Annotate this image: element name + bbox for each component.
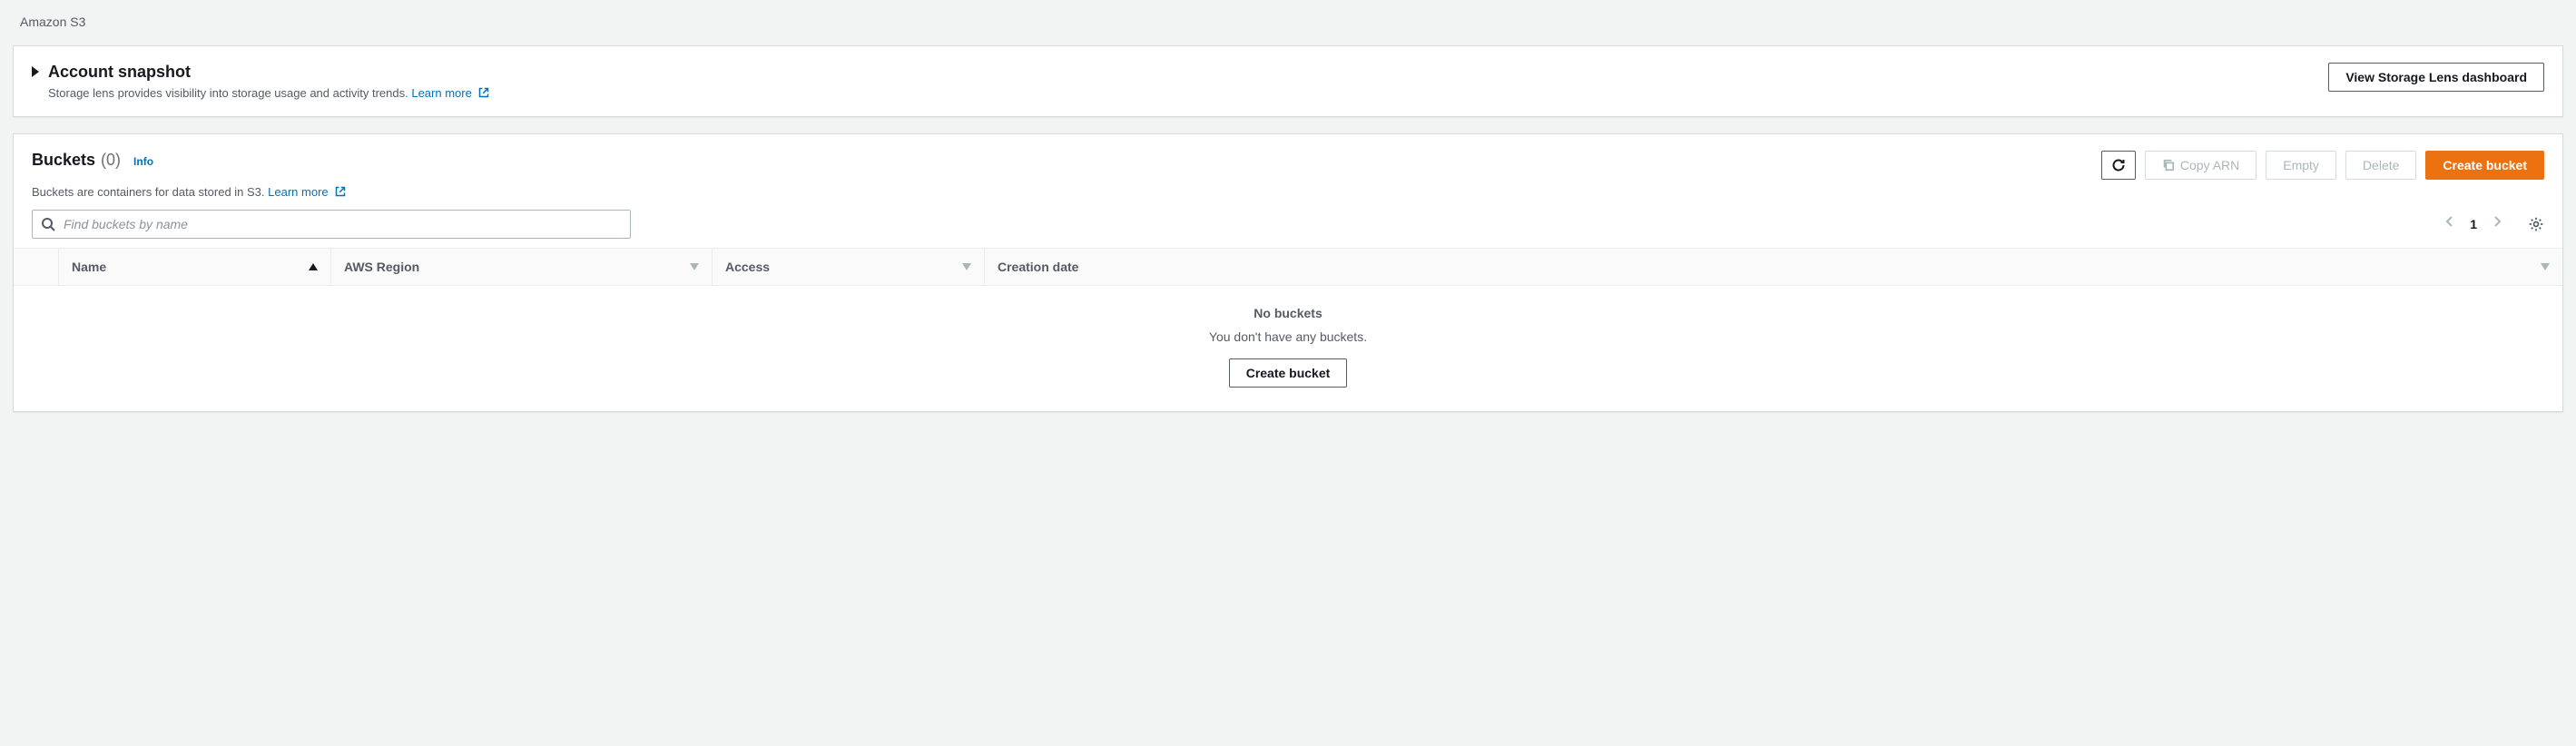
sort-icon — [2541, 263, 2550, 270]
page-prev-button[interactable] — [2441, 211, 2457, 236]
copy-arn-button[interactable]: Copy ARN — [2145, 151, 2256, 180]
search-input[interactable] — [32, 210, 631, 239]
column-access-label: Access — [725, 260, 770, 274]
buckets-learn-more-link[interactable]: Learn more — [268, 185, 346, 199]
breadcrumb: Amazon S3 — [20, 15, 2563, 29]
pagination: 1 — [2441, 211, 2544, 236]
snapshot-title: Account snapshot — [48, 63, 489, 83]
refresh-button[interactable] — [2101, 151, 2136, 180]
column-region[interactable]: AWS Region — [331, 249, 713, 285]
empty-create-bucket-button[interactable]: Create bucket — [1229, 358, 1348, 388]
empty-state: No buckets You don't have any buckets. C… — [14, 286, 2562, 393]
buckets-learn-more-text: Learn more — [268, 185, 328, 199]
settings-button[interactable] — [2528, 216, 2544, 232]
buckets-info-link[interactable]: Info — [133, 155, 153, 168]
snapshot-learn-more-text: Learn more — [411, 86, 471, 100]
gear-icon — [2528, 216, 2544, 232]
sort-asc-icon — [309, 263, 318, 270]
search-wrapper — [32, 210, 631, 239]
column-date-label: Creation date — [998, 260, 1078, 274]
snapshot-desc-text: Storage lens provides visibility into st… — [48, 86, 408, 100]
copy-arn-label: Copy ARN — [2180, 158, 2239, 172]
view-storage-lens-button[interactable]: View Storage Lens dashboard — [2328, 63, 2544, 92]
expand-caret-icon[interactable] — [32, 66, 39, 77]
column-name-label: Name — [72, 260, 106, 274]
delete-button[interactable]: Delete — [2345, 151, 2416, 180]
external-link-icon — [335, 186, 346, 197]
buckets-action-bar: Copy ARN Empty Delete Create bucket — [2101, 151, 2544, 180]
copy-icon — [2162, 159, 2175, 172]
chevron-right-icon — [2493, 215, 2502, 228]
external-link-icon — [478, 87, 489, 98]
empty-button[interactable]: Empty — [2266, 151, 2336, 180]
snapshot-learn-more-link[interactable]: Learn more — [411, 86, 489, 100]
page-current: 1 — [2470, 217, 2477, 231]
empty-state-title: No buckets — [14, 306, 2562, 320]
account-snapshot-panel: Account snapshot Storage lens provides v… — [13, 45, 2563, 117]
column-region-label: AWS Region — [344, 260, 419, 274]
buckets-title: Buckets — [32, 151, 95, 170]
create-bucket-button[interactable]: Create bucket — [2425, 151, 2544, 180]
table-header: Name AWS Region Access Creation date — [14, 248, 2562, 286]
column-select-all[interactable] — [14, 249, 59, 285]
column-date[interactable]: Creation date — [985, 249, 2562, 285]
empty-state-subtitle: You don't have any buckets. — [14, 329, 2562, 344]
snapshot-description: Storage lens provides visibility into st… — [48, 86, 489, 100]
buckets-count: (0) — [101, 151, 121, 170]
buckets-desc-text: Buckets are containers for data stored i… — [32, 185, 265, 199]
buckets-panel: Buckets (0) Info Copy ARN Empty Delete C… — [13, 133, 2563, 412]
chevron-left-icon — [2444, 215, 2453, 228]
page-next-button[interactable] — [2490, 211, 2506, 236]
sort-icon — [690, 263, 699, 270]
sort-icon — [962, 263, 971, 270]
column-access[interactable]: Access — [713, 249, 985, 285]
buckets-description: Buckets are containers for data stored i… — [14, 185, 2562, 199]
refresh-icon — [2111, 158, 2126, 172]
column-name[interactable]: Name — [59, 249, 331, 285]
